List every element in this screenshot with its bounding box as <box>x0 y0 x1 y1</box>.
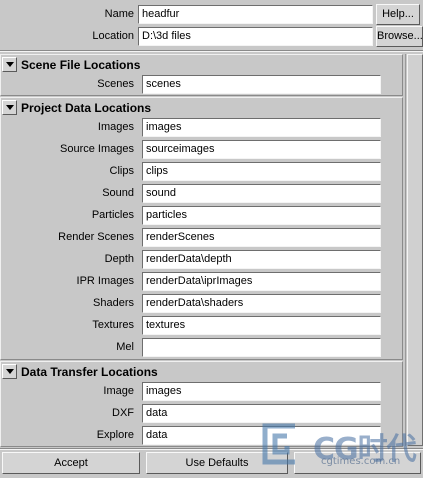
path-field[interactable]: renderData\iprImages <box>142 272 381 291</box>
collapse-triangle-icon[interactable] <box>2 57 17 72</box>
path-field[interactable]: data <box>142 426 381 445</box>
row-label: Depth <box>104 253 134 265</box>
path-field[interactable]: renderScenes <box>142 228 381 247</box>
location-row: Images images <box>0 117 403 139</box>
row-label-wrap: Depth <box>0 249 134 271</box>
header-divider <box>0 50 423 52</box>
location-label-wrap: Location <box>0 26 134 48</box>
row-label-wrap: Image <box>0 381 134 403</box>
transfer-section-header[interactable]: Data Transfer Locations <box>0 363 403 381</box>
path-field[interactable]: data <box>142 404 381 423</box>
row-label: Image <box>103 385 134 397</box>
browse-button[interactable]: Browse... <box>376 26 423 47</box>
row-label: Sound <box>102 187 134 199</box>
row-label-wrap: Particles <box>0 205 134 227</box>
row-label-wrap: Images <box>0 117 134 139</box>
row-label-wrap: Textures <box>0 315 134 337</box>
use-defaults-button[interactable]: Use Defaults <box>146 452 288 474</box>
location-field[interactable]: D:\3d files <box>138 27 373 46</box>
row-label: Source Images <box>60 143 134 155</box>
location-row: Depth renderData\depth <box>0 249 403 271</box>
name-label: Name <box>104 8 134 20</box>
row-label: Explore <box>96 429 134 441</box>
row-label: Particles <box>91 209 134 221</box>
location-row: Scenes scenes <box>0 74 403 96</box>
close-button[interactable] <box>294 452 421 474</box>
row-label: Shaders <box>93 297 134 309</box>
collapse-triangle-icon[interactable] <box>2 100 17 115</box>
row-label-wrap: DXF <box>0 403 134 425</box>
location-row: Shaders renderData\shaders <box>0 293 403 315</box>
collapse-triangle-icon[interactable] <box>2 364 17 379</box>
row-label: Images <box>97 121 134 133</box>
row-label-wrap: Mel <box>0 337 134 359</box>
path-field[interactable]: sourceimages <box>142 140 381 159</box>
path-field[interactable]: clips <box>142 162 381 181</box>
scene-section-title: Scene File Locations <box>21 58 141 72</box>
name-row: Name headfur Help... <box>0 4 423 26</box>
help-button[interactable]: Help... <box>376 4 420 25</box>
row-label-wrap: Scenes <box>0 74 134 96</box>
location-row: Location D:\3d files Browse... <box>0 26 423 48</box>
row-label-wrap: Explore <box>0 425 134 447</box>
row-label-wrap: Clips <box>0 161 134 183</box>
path-field[interactable]: textures <box>142 316 381 335</box>
location-row: Explore data <box>0 425 403 447</box>
location-row: Image images <box>0 381 403 403</box>
row-label-wrap: Render Scenes <box>0 227 134 249</box>
row-label-wrap: Sound <box>0 183 134 205</box>
row-label-wrap: IPR Images <box>0 271 134 293</box>
location-label: Location <box>92 30 134 42</box>
path-field[interactable] <box>142 338 381 357</box>
name-label-wrap: Name <box>0 4 134 26</box>
path-field[interactable]: renderData\shaders <box>142 294 381 313</box>
location-row: Source Images sourceimages <box>0 139 403 161</box>
row-label: DXF <box>112 407 134 419</box>
path-field[interactable]: images <box>142 382 381 401</box>
row-label: Render Scenes <box>58 231 134 243</box>
row-label: Clips <box>109 165 134 177</box>
location-row: Sound sound <box>0 183 403 205</box>
path-field[interactable]: sound <box>142 184 381 203</box>
project-section-title: Project Data Locations <box>21 101 152 115</box>
name-field[interactable]: headfur <box>138 5 373 24</box>
row-label: IPR Images <box>76 275 134 287</box>
location-row: DXF data <box>0 403 403 425</box>
location-row: Render Scenes renderScenes <box>0 227 403 249</box>
row-label: Scenes <box>97 78 134 90</box>
vertical-scrollbar[interactable] <box>405 54 423 446</box>
scrollbar-thumb[interactable] <box>407 54 423 446</box>
row-label: Textures <box>92 319 134 331</box>
path-field[interactable]: renderData\depth <box>142 250 381 269</box>
path-field[interactable]: images <box>142 118 381 137</box>
path-field[interactable]: scenes <box>142 75 381 94</box>
transfer-section-title: Data Transfer Locations <box>21 365 158 379</box>
path-field[interactable]: particles <box>142 206 381 225</box>
location-row: Mel <box>0 337 403 359</box>
location-row: Textures textures <box>0 315 403 337</box>
location-row: Clips clips <box>0 161 403 183</box>
row-label-wrap: Shaders <box>0 293 134 315</box>
location-row: IPR Images renderData\iprImages <box>0 271 403 293</box>
footer-divider <box>0 448 423 450</box>
accept-button[interactable]: Accept <box>2 452 140 474</box>
row-label: Mel <box>116 341 134 353</box>
location-row: Particles particles <box>0 205 403 227</box>
project-section-header[interactable]: Project Data Locations <box>0 99 403 117</box>
row-label-wrap: Source Images <box>0 139 134 161</box>
scene-section-header[interactable]: Scene File Locations <box>0 56 403 74</box>
